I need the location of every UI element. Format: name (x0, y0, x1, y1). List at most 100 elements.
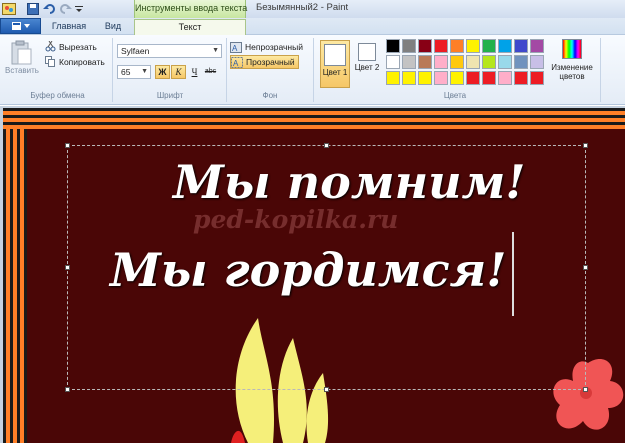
font-family-value: Sylfaen (121, 46, 150, 56)
edit-colors-button[interactable]: Изменение цветов (548, 39, 596, 91)
transparent-button[interactable]: A Прозрачный (230, 55, 299, 69)
palette-swatch[interactable] (434, 55, 448, 69)
resize-handle[interactable] (583, 143, 588, 148)
opaque-icon: A (230, 41, 242, 53)
palette-swatch[interactable] (466, 39, 480, 53)
context-tab-title: Инструменты ввода текста (134, 0, 247, 18)
background-group-label: Фон (262, 91, 278, 100)
svg-text:A: A (232, 44, 238, 53)
palette-swatch[interactable] (450, 71, 464, 85)
file-menu-icon (11, 22, 30, 30)
color-spectrum-icon (562, 39, 582, 59)
palette-swatch[interactable] (434, 71, 448, 85)
tab-view[interactable]: Вид (96, 19, 130, 35)
palette-swatch[interactable] (482, 55, 496, 69)
paste-button-label[interactable]: Вставить (4, 66, 40, 75)
bold-button[interactable]: Ж (155, 65, 170, 79)
italic-button[interactable]: К (171, 65, 186, 79)
palette-swatch[interactable] (386, 71, 400, 85)
edit-colors-label: Изменение цветов (551, 63, 593, 81)
resize-handle[interactable] (324, 143, 329, 148)
palette-swatch[interactable] (418, 71, 432, 85)
palette-swatch[interactable] (450, 55, 464, 69)
palette-swatch[interactable] (514, 39, 528, 53)
group-separator (226, 38, 227, 102)
cut-label: Вырезать (59, 41, 97, 52)
undo-icon[interactable] (42, 2, 56, 15)
palette-swatch[interactable] (466, 55, 480, 69)
text-cursor (512, 232, 514, 316)
window-title: Безымянный2 - Paint (256, 2, 349, 13)
palette-swatch[interactable] (530, 55, 544, 69)
palette-swatch[interactable] (418, 55, 432, 69)
underline-button[interactable]: Ч (187, 65, 202, 79)
resize-handle[interactable] (65, 387, 70, 392)
group-separator (313, 38, 314, 102)
chevron-down-icon: ▼ (141, 68, 148, 75)
palette-swatch[interactable] (402, 71, 416, 85)
colors-group-label: Цвета (443, 91, 467, 100)
paste-icon[interactable] (11, 40, 33, 66)
font-size-value: 65 (121, 67, 131, 77)
text-input-box[interactable] (67, 145, 586, 390)
palette-swatch[interactable] (386, 55, 400, 69)
ribbon-stripe (3, 125, 625, 129)
resize-handle[interactable] (324, 387, 329, 392)
opaque-button[interactable]: A Непрозрачный (230, 40, 306, 54)
color1-label: Цвет 1 (322, 68, 348, 77)
color1-button[interactable]: Цвет 1 (320, 40, 350, 88)
color2-label: Цвет 2 (354, 63, 380, 72)
resize-handle[interactable] (583, 387, 588, 392)
copy-button[interactable]: Копировать (45, 55, 105, 68)
resize-handle[interactable] (583, 265, 588, 270)
font-family-select[interactable]: Sylfaen ▼ (117, 44, 222, 58)
redo-icon[interactable] (58, 2, 72, 15)
palette-swatch[interactable] (466, 71, 480, 85)
quick-access-menu-icon[interactable] (74, 2, 84, 15)
palette-swatch[interactable] (434, 39, 448, 53)
font-size-select[interactable]: 65 ▼ (117, 65, 151, 79)
ribbon: Вставить Вырезать Копировать Буфер обмен… (0, 35, 625, 105)
palette-swatch[interactable] (482, 71, 496, 85)
palette-swatch[interactable] (514, 55, 528, 69)
palette-swatch[interactable] (530, 71, 544, 85)
svg-text:A: A (233, 59, 239, 68)
palette-swatch[interactable] (498, 55, 512, 69)
transparent-label: Прозрачный (246, 57, 295, 67)
opaque-label: Непрозрачный (245, 42, 303, 52)
scissors-icon (45, 41, 56, 52)
palette-swatch[interactable] (530, 39, 544, 53)
chevron-down-icon: ▼ (212, 47, 219, 54)
palette-swatch[interactable] (498, 71, 512, 85)
tab-bar (0, 18, 625, 35)
copy-label: Копировать (59, 56, 105, 67)
file-menu-button[interactable] (0, 18, 41, 34)
palette-swatch[interactable] (418, 39, 432, 53)
copy-icon (45, 56, 55, 67)
group-separator (112, 38, 113, 102)
color2-button[interactable]: Цвет 2 (352, 40, 382, 88)
group-separator (600, 38, 601, 102)
ribbon-stripe (24, 129, 27, 443)
palette-swatch[interactable] (402, 55, 416, 69)
tab-home[interactable]: Главная (46, 19, 92, 35)
clipboard-group-label: Буфер обмена (30, 91, 85, 100)
resize-handle[interactable] (65, 143, 70, 148)
palette-swatch[interactable] (386, 39, 400, 53)
palette-swatch[interactable] (482, 39, 496, 53)
tab-text[interactable]: Текст (134, 19, 246, 36)
color-palette (386, 39, 550, 88)
color2-swatch (358, 43, 376, 61)
palette-swatch[interactable] (450, 39, 464, 53)
palette-swatch[interactable] (514, 71, 528, 85)
resize-handle[interactable] (65, 265, 70, 270)
strikethrough-button[interactable]: abc (203, 65, 218, 79)
color1-swatch (324, 44, 346, 66)
cut-button[interactable]: Вырезать (45, 40, 97, 53)
palette-swatch[interactable] (402, 39, 416, 53)
font-group-label: Шрифт (156, 91, 184, 100)
save-icon[interactable] (26, 2, 39, 15)
palette-swatch[interactable] (498, 39, 512, 53)
transparent-icon: A (231, 56, 243, 68)
paint-app-icon[interactable] (2, 2, 16, 15)
